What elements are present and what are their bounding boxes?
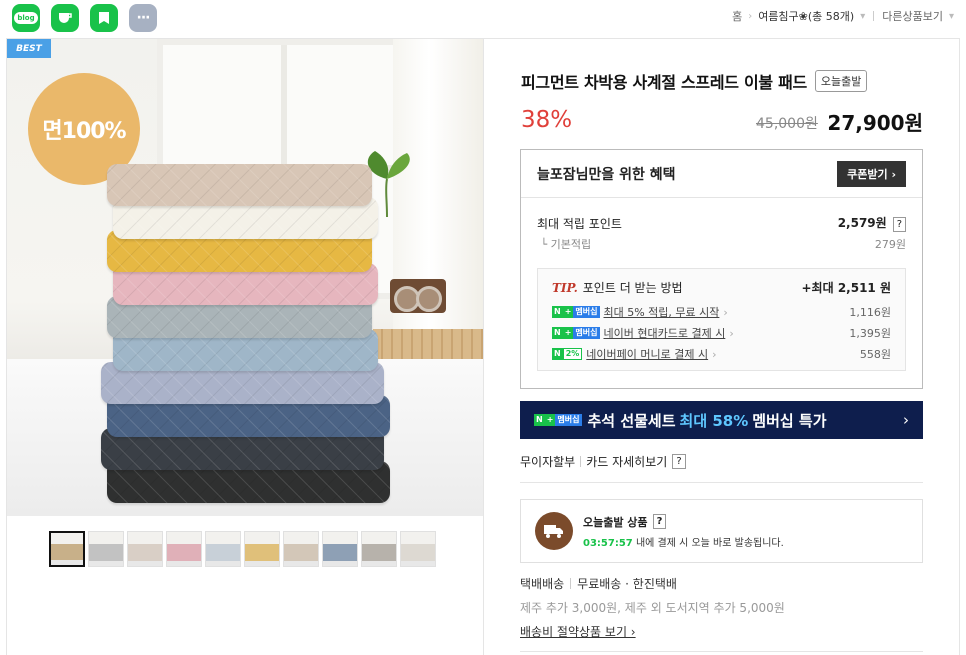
tip-item-value: 558원 xyxy=(859,348,891,361)
delivery-extra: 제주 추가 3,000원, 제주 외 도서지역 추가 5,000원 xyxy=(520,601,785,615)
max-points-row: 최대 적립 포인트 2,579원? xyxy=(537,214,906,232)
tip-item-value: 1,395원 xyxy=(849,327,891,340)
thumbnail-image[interactable] xyxy=(49,531,85,567)
more-share-icon[interactable]: ··· xyxy=(129,4,157,32)
thumbnail-strip xyxy=(49,531,436,567)
radio-speaker xyxy=(390,279,446,313)
divider xyxy=(873,11,875,21)
caret-down-icon[interactable]: ▾ xyxy=(949,11,954,22)
divider xyxy=(520,651,923,652)
tip-total: +최대 2,511 원 xyxy=(801,281,892,295)
chevron-right-icon: › xyxy=(712,347,717,361)
help-icon[interactable]: ? xyxy=(672,454,686,469)
chevron-right-icon: › xyxy=(723,305,728,319)
shipping-text: 오늘출발 상품? 03:57:57 내에 결제 시 오늘 바로 발송됩니다. xyxy=(583,514,784,549)
card-info-link[interactable]: 카드 자세히보기 xyxy=(586,453,667,470)
product-title-row: 피그먼트 차박용 사계절 스프레드 이불 패드 오늘출발 xyxy=(521,69,868,93)
chevron-right-icon: › xyxy=(729,326,734,340)
benefit-title: 늘포잠님만을 위한 혜택 xyxy=(537,166,676,183)
promo-highlight: 최대 58% xyxy=(679,411,749,430)
naver-pay-icon: N 2% xyxy=(552,348,583,360)
help-icon[interactable]: ? xyxy=(652,514,667,529)
product-info: 피그먼트 차박용 사계절 스프레드 이불 패드 오늘출발 38% 45,000원… xyxy=(484,38,960,655)
original-price: 45,000원 xyxy=(756,116,818,132)
installment-link[interactable]: 무이자할부 xyxy=(520,453,575,470)
benefit-box: 늘포잠님만을 위한 혜택 쿠폰받기 › 최대 적립 포인트 2,579원? └ … xyxy=(520,149,923,389)
naver-membership-icon: N + 멤버십 xyxy=(552,327,600,339)
countdown-timer: 03:57:57 xyxy=(583,537,633,549)
breadcrumb: 홈 › 여름침구❀(총 58개) ▾ 다른상품보기 ▾ xyxy=(732,8,954,24)
thumbnail-image[interactable] xyxy=(88,531,124,567)
delivery-fee: 무료배송 · 한진택배 xyxy=(577,577,677,591)
max-points-label: 최대 적립 포인트 xyxy=(537,216,622,231)
tip-item[interactable]: N + 멤버십 네이버 현대카드로 결제 시 › 1,395원 xyxy=(552,325,891,341)
tip-item-value: 1,116원 xyxy=(849,306,891,319)
payment-links: 무이자할부 카드 자세히보기 ? xyxy=(520,453,686,470)
promo-text-pre: 추석 선물세트 xyxy=(587,411,676,430)
cafe-share-icon[interactable] xyxy=(51,4,79,32)
best-badge: BEST xyxy=(7,39,51,58)
breadcrumb-home[interactable]: 홈 xyxy=(732,8,742,24)
tip-item[interactable]: N 2% 네이버페이 머니로 결제 시 › 558원 xyxy=(552,346,891,362)
chevron-right-icon: › xyxy=(903,411,909,429)
thumbnail-image[interactable] xyxy=(166,531,202,567)
naver-membership-icon: N + 멤버십 xyxy=(534,414,582,426)
divider xyxy=(570,578,572,589)
tip-box: TIP. 포인트 더 받는 방법 +최대 2,511 원 N + 멤버십 최대 5% … xyxy=(537,268,906,371)
folded-quilt xyxy=(107,164,372,206)
caret-down-icon[interactable]: ▾ xyxy=(860,11,865,22)
promo-banner[interactable]: N + 멤버십 추석 선물세트 최대 58% 멤버십 특가 › xyxy=(520,401,923,439)
thumbnail-image[interactable] xyxy=(127,531,163,567)
max-points-value: 2,579원 xyxy=(837,216,887,230)
product-gallery: BEST 면100% xyxy=(6,38,484,655)
base-points-label: 기본적립 xyxy=(550,238,592,251)
thumbnail-image[interactable] xyxy=(244,531,280,567)
share-icons: blog ··· xyxy=(12,4,157,32)
base-points-row: └ 기본적립 279원 xyxy=(537,238,906,251)
shipping-save-link[interactable]: 배송비 절약상품 보기 › xyxy=(520,623,785,640)
tip-header: TIP. 포인트 더 받는 방법 +최대 2,511 원 xyxy=(552,279,891,296)
tip-item[interactable]: N + 멤버십 최대 5% 적립, 무료 시작 › 1,116원 xyxy=(552,304,891,320)
delivery-info: 택배배송 무료배송 · 한진택배 제주 추가 3,000원, 제주 외 도서지역… xyxy=(520,575,785,640)
discount-rate: 38% xyxy=(521,107,573,133)
coupon-button[interactable]: 쿠폰받기 › xyxy=(837,160,906,187)
benefit-header: 늘포잠님만을 위한 혜택 쿠폰받기 › xyxy=(521,150,922,198)
thumbnail-image[interactable] xyxy=(322,531,358,567)
divider xyxy=(520,482,923,483)
today-shipping-tag: 오늘출발 xyxy=(814,70,868,92)
thumbnail-image[interactable] xyxy=(361,531,397,567)
base-points-value: 279원 xyxy=(874,238,906,251)
chevron-right-icon: › xyxy=(748,10,753,22)
breadcrumb-category[interactable]: 여름침구❀(총 58개) xyxy=(758,8,854,24)
other-products-link[interactable]: 다른상품보기 xyxy=(882,8,943,24)
thumbnail-image[interactable] xyxy=(400,531,436,567)
product-title: 피그먼트 차박용 사계절 스프레드 이불 패드 xyxy=(521,73,807,92)
tip-prefix: TIP. xyxy=(552,281,578,295)
today-shipping-box: 오늘출발 상품? 03:57:57 내에 결제 시 오늘 바로 발송됩니다. xyxy=(520,499,923,563)
tip-item-label[interactable]: 네이버 현대카드로 결제 시 xyxy=(604,325,726,341)
blog-share-icon[interactable]: blog xyxy=(12,4,40,32)
tip-item-label[interactable]: 네이버페이 머니로 결제 시 xyxy=(586,346,708,362)
thumbnail-image[interactable] xyxy=(205,531,241,567)
truck-icon xyxy=(535,512,573,550)
tip-title: 포인트 더 받는 방법 xyxy=(582,281,683,295)
promo-text-post: 멤버십 특가 xyxy=(752,411,827,430)
thumbnail-image[interactable] xyxy=(283,531,319,567)
shipping-title: 오늘출발 상품 xyxy=(583,515,648,529)
naver-membership-icon: N + 멤버십 xyxy=(552,306,600,318)
main-product-image[interactable]: BEST 면100% xyxy=(7,39,483,516)
band-share-icon[interactable] xyxy=(90,4,118,32)
divider xyxy=(580,456,582,467)
sale-price: 27,900원 xyxy=(827,111,923,135)
shipping-desc: 내에 결제 시 오늘 바로 발송됩니다. xyxy=(635,537,784,549)
help-icon[interactable]: ? xyxy=(892,217,906,232)
tip-item-label[interactable]: 최대 5% 적립, 무료 시작 xyxy=(604,304,720,320)
delivery-method: 택배배송 xyxy=(520,577,565,591)
